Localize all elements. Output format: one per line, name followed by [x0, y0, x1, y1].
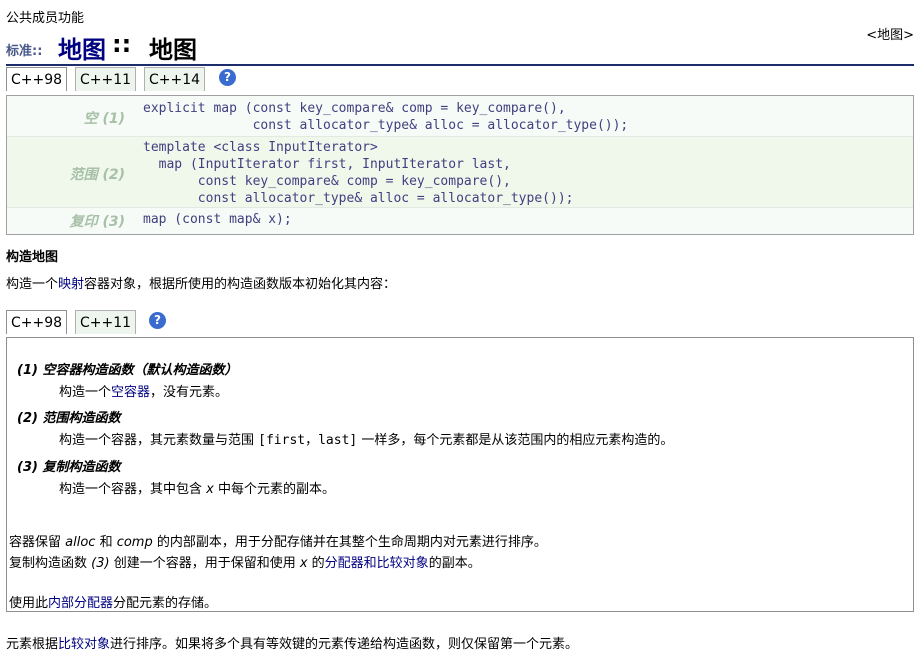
description-text: ，没有元素。 — [150, 385, 229, 400]
intro-text: 构造一个映射容器对象，根据所使用的构造函数版本初始化其内容： — [6, 273, 396, 292]
paragraph-text: 分配元素的存储。 — [113, 596, 218, 611]
namespace-link[interactable]: 地图 — [58, 30, 106, 65]
constructor-title: (2) 范围构造函数 — [17, 411, 121, 426]
internal-allocator-link[interactable]: 内部分配器 — [48, 596, 113, 611]
constructor-description: 构造一个空容器，没有元素。 — [59, 381, 228, 400]
constructor-title: (3) 复制构造函数 — [17, 460, 121, 475]
section-title: 构造地图 — [6, 250, 59, 265]
param-x: x — [299, 556, 308, 571]
description-text: 构造一个容器，其元素数量与范围 — [59, 433, 259, 448]
intro-text-part: 容器对象，根据所使用的构造函数版本初始化其内容： — [84, 277, 397, 292]
prototype-box: 空 (1) explicit map (const key_compare& c… — [6, 95, 914, 235]
standard-label: 标准:: — [6, 44, 43, 59]
paragraph-text: 复制构造函数 — [9, 556, 92, 571]
tab-cpp11[interactable]: C++11 — [75, 67, 137, 91]
tab-cpp14[interactable]: C++14 — [144, 67, 206, 91]
tab-cpp98[interactable]: C++98 — [6, 67, 68, 91]
range-code: [first，last] — [258, 433, 358, 448]
paragraph: 使用此内部分配器分配元素的存储。 — [9, 592, 217, 611]
prototype-label: 复印 (3) — [69, 214, 125, 230]
prototype-row: 空 (1) explicit map (const key_compare& c… — [7, 96, 913, 136]
empty-container-link[interactable]: 空容器 — [111, 385, 150, 400]
help-icon[interactable]: ? — [149, 312, 166, 329]
constructor-description: 构造一个容器，其中包含 x 中每个元素的副本。 — [59, 478, 335, 497]
prototype-code: template <class InputIterator> map (Inpu… — [143, 140, 574, 206]
member-category: 公共成员功能 — [6, 11, 85, 26]
header-hint[interactable]: <地图> — [866, 24, 914, 43]
intro-text-part: 构造一个 — [6, 277, 59, 292]
comparison-object-link[interactable]: 比较对象 — [58, 637, 110, 652]
tab-cpp11[interactable]: C++11 — [75, 310, 137, 334]
paragraph-text: 和 — [95, 535, 117, 550]
paragraph-text: 的 — [307, 556, 325, 571]
description-box: (1) 空容器构造函数（默认构造函数） 构造一个空容器，没有元素。 (2) 范围… — [6, 337, 914, 612]
paragraph-text: 的副本。 — [428, 556, 481, 571]
constructor-description: 构造一个容器，其元素数量与范围 [first，last] 一样多，每个元素都是从… — [59, 429, 673, 448]
page-title: 地图 — [149, 36, 197, 64]
allocator-comparator-link[interactable]: 分配器和比较对象 — [325, 556, 429, 571]
footer-paragraph: 元素根据比较对象进行排序。如果将多个具有等效键的元素传递给构造函数，则仅保留第一… — [6, 633, 578, 652]
footer-text: 元素根据 — [6, 637, 59, 652]
paragraph-text: 使用此 — [9, 596, 49, 611]
prototype-code: explicit map (const key_compare& comp = … — [143, 101, 629, 133]
map-link[interactable]: 映射 — [58, 277, 84, 292]
prototype-code: map (const map& x); — [143, 212, 292, 227]
paragraph: 复制构造函数 (3) 创建一个容器，用于保留和使用 x 的分配器和比较对象的副本… — [9, 552, 481, 571]
paragraph-text: 容器保留 — [9, 535, 66, 550]
param-comp: comp — [116, 535, 153, 550]
help-icon[interactable]: ? — [219, 69, 236, 86]
tab-cpp98[interactable]: C++98 — [6, 310, 68, 334]
paragraph-text: 创建一个容器，用于保留和使用 — [109, 556, 300, 571]
constructor-title: (1) 空容器构造函数（默认构造函数） — [17, 363, 238, 378]
description-text: 构造一个 — [59, 385, 112, 400]
paragraph: 容器保留 alloc 和 comp 的内部副本，用于分配存储并在其整个生命周期内… — [9, 531, 547, 550]
param-x: x — [206, 482, 214, 497]
param-alloc: alloc — [65, 535, 96, 550]
paragraph-text: 的内部副本，用于分配存储并在其整个生命周期内对元素进行排序。 — [152, 535, 547, 550]
prototype-row: 复印 (3) map (const map& x); — [7, 207, 913, 234]
prototype-label: 范围 (2) — [69, 167, 125, 183]
description-text: 一样多，每个元素都是从该范围内的相应元素构造的。 — [357, 433, 674, 448]
page-header: 标准:: 地图 :: 地图 <地图> — [6, 28, 914, 66]
prototype-label: 空 (1) — [83, 111, 125, 127]
prototype-row: 范围 (2) template <class InputIterator> ma… — [7, 136, 913, 208]
footer-text: 进行排序。如果将多个具有等效键的元素传递给构造函数，则仅保留第一个元素。 — [110, 637, 579, 652]
param-ref: (3) — [91, 556, 110, 571]
description-text: 中每个元素的副本。 — [213, 482, 335, 497]
scope-separator: :: — [112, 30, 132, 58]
description-text: 构造一个容器，其中包含 — [59, 482, 207, 497]
